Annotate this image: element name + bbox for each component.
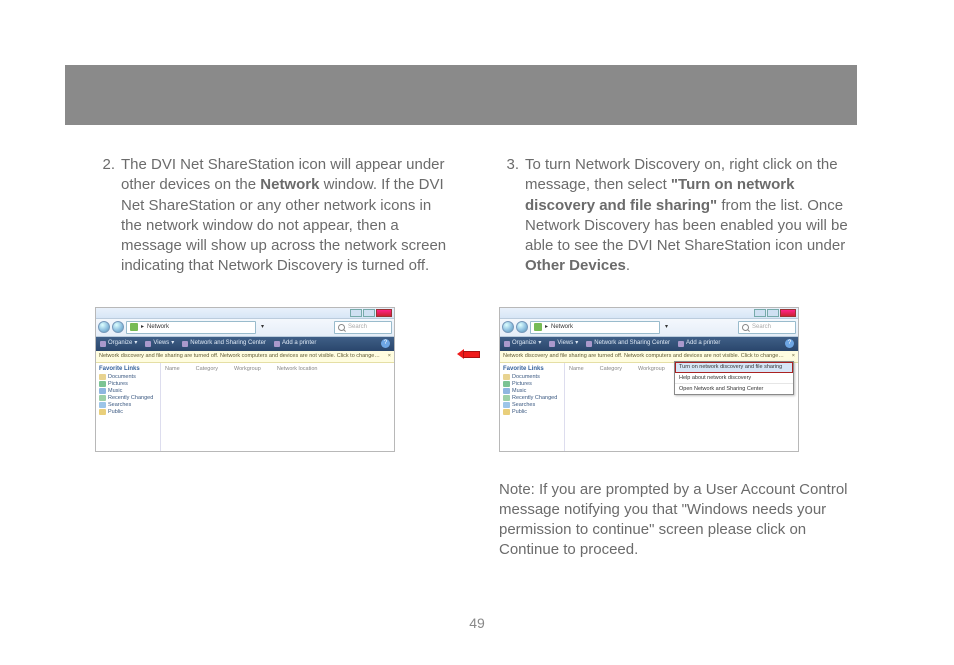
minimize-button[interactable] [754,309,766,317]
close-button[interactable] [376,309,392,317]
info-bar-close[interactable]: × [792,353,795,359]
search-placeholder: Search [752,324,771,331]
sidebar-title: Favorite Links [503,366,561,373]
sidebar-title: Favorite Links [99,366,157,373]
toolbar-views[interactable]: Views ▾ [145,340,174,347]
sidebar-item-music[interactable]: Music [99,388,157,394]
window-titlebar [96,308,394,319]
sidebar: Favorite Links Documents Pictures Music … [500,363,565,451]
info-bar-text: Network discovery and file sharing are t… [503,353,784,359]
step-3-bold2: Other Devices [525,257,626,274]
col-category[interactable]: Category [196,366,218,372]
toolbar-add-printer[interactable]: Add a printer [274,340,316,347]
col-category[interactable]: Category [600,366,622,372]
network-icon [534,323,542,331]
minimize-button[interactable] [350,309,362,317]
step-3-part3: . [626,257,630,274]
figure-3-screenshot: ▸ Network ▾ Search Organize ▾ Views ▾ Ne… [499,307,799,452]
sidebar-item-documents[interactable]: Documents [503,374,561,380]
network-icon [130,323,138,331]
figure-2-screenshot: ▸ Network ▾ Search Organize ▾ Views ▾ Ne… [95,307,395,452]
forward-button[interactable] [112,321,124,333]
info-bar-close[interactable]: × [388,353,391,359]
right-column: 3. To turn Network Discovery on, right c… [499,155,855,561]
content-area: 2. The DVI Net ShareStation icon will ap… [95,155,855,561]
figure-2-wrap: ▸ Network ▾ Search Organize ▾ Views ▾ Ne… [95,307,451,452]
toolbar-sharing-center[interactable]: Network and Sharing Center [182,340,266,347]
window-titlebar [500,308,798,319]
step-3: 3. To turn Network Discovery on, right c… [499,155,855,277]
toolbar-add-printer[interactable]: Add a printer [678,340,720,347]
search-input[interactable]: Search [738,321,796,334]
back-button[interactable] [98,321,110,333]
header-bar [65,65,857,125]
sidebar-item-recently-changed[interactable]: Recently Changed [503,395,561,401]
sidebar-item-pictures[interactable]: Pictures [503,381,561,387]
callout-arrow [457,349,479,360]
toolbar-sharing-center[interactable]: Network and Sharing Center [586,340,670,347]
main-pane: Name Category Workgroup Network location [161,363,394,451]
sidebar-item-documents[interactable]: Documents [99,374,157,380]
step-2-text: The DVI Net ShareStation icon will appea… [121,155,451,277]
page-number: 49 [0,615,954,631]
figure-3-wrap: ▸ Network ▾ Search Organize ▾ Views ▾ Ne… [499,307,855,452]
search-icon [338,324,345,331]
breadcrumb[interactable]: ▸ Network [530,321,660,334]
sidebar-item-music[interactable]: Music [503,388,561,394]
sidebar-item-pictures[interactable]: Pictures [99,381,157,387]
toolbar-views[interactable]: Views ▾ [549,340,578,347]
breadcrumb[interactable]: ▸ Network [126,321,256,334]
toolbar: Organize ▾ Views ▾ Network and Sharing C… [96,337,394,351]
left-column: 2. The DVI Net ShareStation icon will ap… [95,155,451,561]
toolbar-organize[interactable]: Organize ▾ [100,340,137,347]
nav-bar: ▸ Network ▾ Search [500,319,798,337]
nav-bar: ▸ Network ▾ Search [96,319,394,337]
breadcrumb-text: Network [147,324,169,331]
search-icon [742,324,749,331]
col-name[interactable]: Name [569,366,584,372]
search-input[interactable]: Search [334,321,392,334]
context-menu-item-open-center[interactable]: Open Network and Sharing Center [675,384,793,394]
context-menu-item-turn-on[interactable]: Turn on network discovery and file shari… [675,362,793,373]
col-workgroup[interactable]: Workgroup [638,366,665,372]
step-3-text: To turn Network Discovery on, right clic… [525,155,855,277]
col-name[interactable]: Name [165,366,180,372]
step-2: 2. The DVI Net ShareStation icon will ap… [95,155,451,277]
sidebar-item-recently-changed[interactable]: Recently Changed [99,395,157,401]
col-workgroup[interactable]: Workgroup [234,366,261,372]
col-network-location[interactable]: Network location [277,366,318,372]
sidebar-item-searches[interactable]: Searches [99,402,157,408]
info-bar-text: Network discovery and file sharing are t… [99,353,380,359]
explorer-body: Favorite Links Documents Pictures Music … [96,363,394,451]
toolbar-organize[interactable]: Organize ▾ [504,340,541,347]
context-menu-item-help[interactable]: Help about network discovery [675,373,793,384]
sidebar: Favorite Links Documents Pictures Music … [96,363,161,451]
forward-button[interactable] [516,321,528,333]
back-button[interactable] [502,321,514,333]
step-3-number: 3. [499,155,519,277]
maximize-button[interactable] [767,309,779,317]
column-headers: Name Category Workgroup Network location [165,366,390,372]
help-icon[interactable]: ? [785,339,794,348]
toolbar: Organize ▾ Views ▾ Network and Sharing C… [500,337,798,351]
sidebar-item-public[interactable]: Public [99,409,157,415]
note-text: Note: If you are prompted by a User Acco… [499,480,855,561]
context-menu: Turn on network discovery and file shari… [674,361,794,395]
breadcrumb-text: Network [551,324,573,331]
help-icon[interactable]: ? [381,339,390,348]
close-button[interactable] [780,309,796,317]
search-placeholder: Search [348,324,367,331]
info-bar[interactable]: Network discovery and file sharing are t… [96,351,394,363]
maximize-button[interactable] [363,309,375,317]
step-2-bold1: Network [260,176,319,193]
step-2-number: 2. [95,155,115,277]
sidebar-item-public[interactable]: Public [503,409,561,415]
sidebar-item-searches[interactable]: Searches [503,402,561,408]
window-controls [754,309,796,317]
window-controls [350,309,392,317]
